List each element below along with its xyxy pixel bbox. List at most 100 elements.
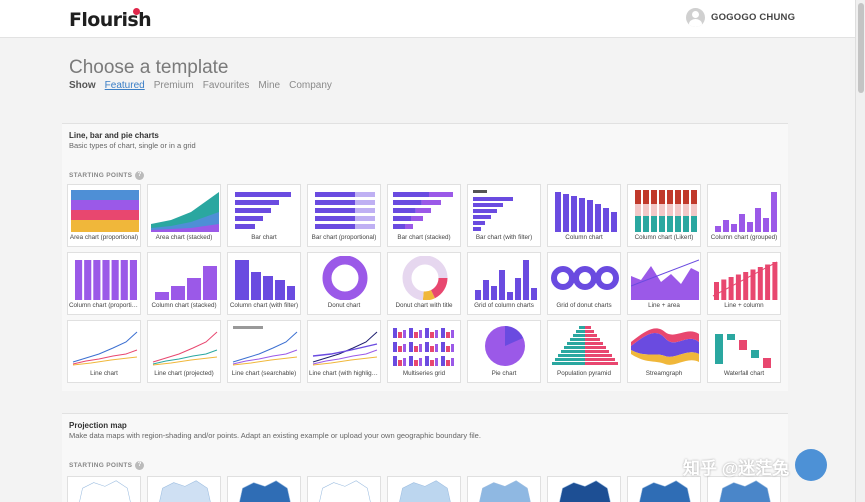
template-card[interactable]: Multiseries grid — [387, 320, 461, 383]
template-thumbnail — [402, 256, 448, 300]
template-card[interactable]: Bar chart (with filter) — [467, 184, 541, 247]
template-label: Line chart (projected) — [154, 370, 214, 377]
page-scrollbar[interactable] — [855, 0, 865, 502]
template-label: Donut chart with title — [395, 302, 453, 309]
map-template-card[interactable] — [307, 476, 381, 502]
starting-points-heading: STARTING POINTS ? — [69, 171, 145, 180]
template-label: Column chart (Likert) — [634, 234, 694, 241]
section-title: Projection map — [69, 421, 127, 430]
map-thumbnail — [319, 480, 371, 502]
template-label: Line chart (with highlights) — [309, 370, 379, 377]
template-card[interactable]: Bar chart — [227, 184, 301, 247]
template-label: Area chart (stacked) — [155, 234, 213, 241]
template-label: Line + column — [724, 302, 764, 309]
template-tabs: Show Featured Premium Favourites Mine Co… — [69, 80, 332, 91]
template-thumbnail — [232, 326, 298, 366]
map-template-card[interactable] — [707, 476, 781, 502]
template-card[interactable]: Streamgraph — [627, 320, 701, 383]
map-template-card[interactable] — [547, 476, 621, 502]
template-thumbnail — [71, 190, 139, 232]
top-bar: Flourish GOGOGO CHUNG — [0, 0, 855, 38]
template-thumbnail — [322, 256, 368, 300]
map-thumbnail — [159, 480, 211, 502]
starting-points-heading: STARTING POINTS ? — [69, 461, 145, 470]
template-label: Bar chart — [251, 234, 277, 241]
template-card[interactable]: Line + column — [707, 252, 781, 315]
template-thumbnail — [631, 259, 699, 300]
template-card[interactable]: Column chart (with filter) — [227, 252, 301, 315]
template-label: Grid of column charts — [474, 302, 534, 309]
template-card[interactable]: Grid of column charts — [467, 252, 541, 315]
template-card[interactable]: Donut chart with title — [387, 252, 461, 315]
tab-show-label: Show — [69, 80, 96, 91]
template-card[interactable]: Waterfall chart — [707, 320, 781, 383]
template-card[interactable]: Bar chart (proportional) — [307, 184, 381, 247]
template-thumbnail — [155, 266, 217, 300]
template-card[interactable]: Column chart (stacked) — [147, 252, 221, 315]
scrollbar-thumb[interactable] — [858, 3, 864, 93]
template-card[interactable]: Bar chart (stacked) — [387, 184, 461, 247]
user-name[interactable]: GOGOGO CHUNG — [711, 12, 795, 23]
template-thumbnail — [715, 192, 777, 232]
template-card[interactable]: Line chart (searchable) — [227, 320, 301, 383]
template-label: Line chart (searchable) — [231, 370, 297, 377]
map-template-card[interactable] — [67, 476, 141, 502]
section-subtitle: Make data maps with region-shading and/o… — [69, 431, 481, 440]
template-card[interactable]: Line + area — [627, 252, 701, 315]
template-label: Waterfall chart — [723, 370, 765, 377]
template-card[interactable]: Population pyramid — [547, 320, 621, 383]
tab-favourites[interactable]: Favourites — [203, 80, 250, 91]
starting-points-label: STARTING POINTS — [69, 462, 133, 469]
tab-company[interactable]: Company — [289, 80, 332, 91]
tab-mine[interactable]: Mine — [258, 80, 280, 91]
section-title: Line, bar and pie charts — [69, 131, 159, 140]
template-card[interactable]: Column chart (Likert) — [627, 184, 701, 247]
template-label: Bar chart (with filter) — [475, 234, 533, 241]
template-label: Donut chart — [327, 302, 361, 309]
template-label: Streamgraph — [645, 370, 683, 377]
template-label: Column chart (stacked) — [151, 302, 217, 309]
template-thumbnail — [72, 331, 138, 366]
info-icon[interactable]: ? — [135, 171, 145, 180]
map-template-card[interactable] — [467, 476, 541, 502]
template-card[interactable]: Line chart — [67, 320, 141, 383]
map-template-card[interactable] — [227, 476, 301, 502]
page-title: Choose a template — [69, 57, 229, 78]
template-card[interactable]: Grid of donut charts — [547, 252, 621, 315]
template-label: Column chart (proportional) — [69, 302, 139, 309]
template-label: Grid of donut charts — [556, 302, 612, 309]
template-label: Bar chart (stacked) — [397, 234, 451, 241]
template-thumbnail — [473, 190, 513, 231]
map-template-card[interactable] — [147, 476, 221, 502]
template-label: Population pyramid — [557, 370, 611, 377]
template-card[interactable]: Column chart — [547, 184, 621, 247]
template-card[interactable]: Pie chart — [467, 320, 541, 383]
template-card[interactable]: Column chart (proportional) — [67, 252, 141, 315]
section-line-bar-pie: Line, bar and pie charts Basic types of … — [62, 123, 788, 391]
template-card[interactable]: Column chart (grouped) — [707, 184, 781, 247]
template-label: Column chart (grouped) — [710, 234, 778, 241]
template-label: Line chart — [90, 370, 118, 377]
info-icon[interactable]: ? — [135, 461, 145, 470]
template-card[interactable]: Line chart (projected) — [147, 320, 221, 383]
template-label: Column chart (with filter) — [229, 302, 299, 309]
section-projection-map: Projection map Make data maps with regio… — [62, 413, 788, 502]
logo-dot-icon — [133, 8, 140, 15]
tab-premium[interactable]: Premium — [154, 80, 194, 91]
starting-points-label: STARTING POINTS — [69, 172, 133, 179]
template-thumbnail — [485, 326, 525, 366]
template-card[interactable]: Line chart (with highlights) — [307, 320, 381, 383]
template-thumbnail — [75, 260, 137, 300]
map-thumbnail — [639, 480, 691, 502]
user-avatar[interactable] — [686, 8, 705, 27]
map-thumbnail — [399, 480, 451, 502]
map-template-card[interactable] — [627, 476, 701, 502]
template-card[interactable]: Area chart (proportional) — [67, 184, 141, 247]
template-label: Multiseries grid — [402, 370, 446, 377]
tab-featured[interactable]: Featured — [105, 80, 145, 91]
template-card[interactable]: Donut chart — [307, 252, 381, 315]
template-thumbnail — [631, 328, 699, 365]
template-card[interactable]: Area chart (stacked) — [147, 184, 221, 247]
map-template-card[interactable] — [387, 476, 461, 502]
map-thumbnail — [559, 480, 611, 502]
